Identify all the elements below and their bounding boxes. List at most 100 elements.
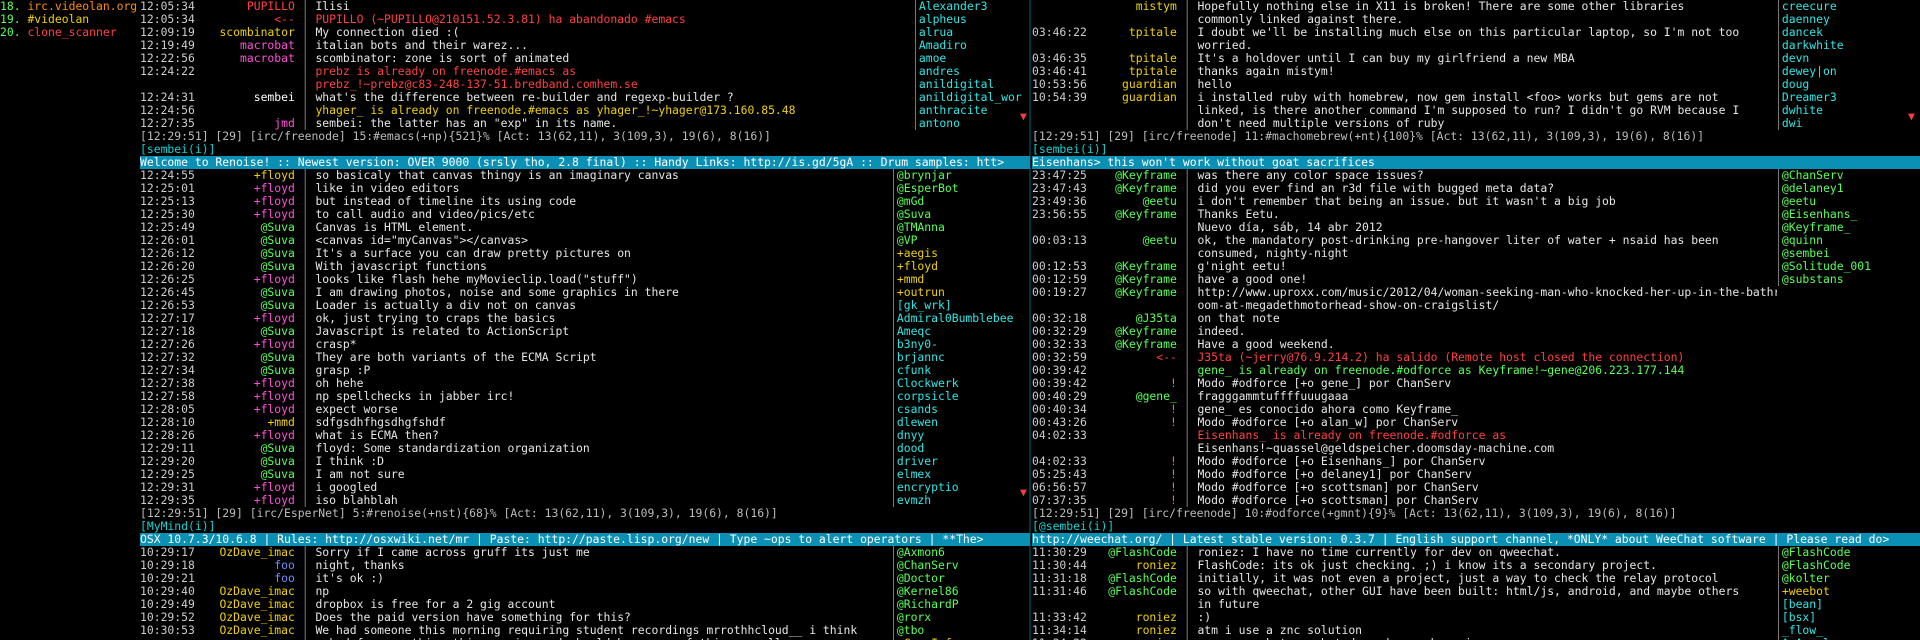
nick[interactable]: ! [1087,494,1177,507]
nicklist-item[interactable]: │corpsicle [890,390,1030,403]
nicklist-item[interactable]: │Alexander3 [912,0,1022,13]
nick[interactable]: @gene_ [1087,390,1177,403]
nick[interactable]: +floyd [195,338,295,351]
nicklist-item[interactable]: │+aegis [890,247,1030,260]
nicklist-item[interactable]: │_flow_ [1775,624,1920,637]
nicklist-item[interactable]: │@Axmon6 [890,546,1030,559]
nick[interactable]: @eetu [1087,234,1177,247]
nicklist-osx86[interactable]: │@Axmon6 │@ChanServ │@Doctor │@Kernel86 │@Ri… [890,546,1030,640]
nicklist-item[interactable]: │+outrun [890,286,1030,299]
nick[interactable]: @Keyframe [1087,338,1177,351]
nicklist-item[interactable]: │andres [912,65,1022,78]
nick[interactable]: foo [195,559,295,572]
nick[interactable]: @J35ta [1087,312,1177,325]
nicklist-item[interactable]: │@eetu [1775,195,1920,208]
nick[interactable]: @Suva [195,442,295,455]
nicklist-emacs[interactable]: │Alexander3 │alpheus │alrua │Amadiro │amoe │a… [912,0,1022,130]
nick[interactable]: @eetu [1087,195,1177,208]
nick[interactable]: jmd [195,117,295,130]
nick[interactable]: foo [195,572,295,585]
nicklist-item[interactable]: │dlewen [890,416,1030,429]
nick[interactable]: roniez [1087,559,1177,572]
buffer-item[interactable]: 19. #videolan [0,13,138,26]
nicklist-item[interactable]: │alpheus [912,13,1022,26]
nicklist-item[interactable]: │Dreamer3 [1775,91,1920,104]
nick[interactable]: @Suva [195,468,295,481]
nicklist-item[interactable]: │@Keyframe_ [1775,221,1920,234]
nicklist-item[interactable]: │@Kernel86 [890,585,1030,598]
nicklist-item[interactable]: │@Solitude_001 [1775,260,1920,273]
nick[interactable]: @Keyframe [1087,169,1177,182]
nicklist-item[interactable]: │devn [1775,52,1920,65]
nicklist-item[interactable]: │@delaney1 [1775,182,1920,195]
nick[interactable]: +floyd [195,494,295,507]
nicklist-item[interactable]: │@EsperBot [890,182,1030,195]
nicklist-item[interactable]: │@substans [1775,273,1920,286]
nick[interactable]: +floyd [195,377,295,390]
nicklist-item[interactable]: │dwhite [1775,104,1920,117]
nick[interactable]: +floyd [195,195,295,208]
nick[interactable]: ! [1087,468,1177,481]
nick[interactable]: OzDave_imac [195,611,294,624]
nicklist-item[interactable]: │dwi [1775,117,1920,130]
nick[interactable]: roniez [1087,624,1177,637]
nick[interactable]: +floyd [195,182,295,195]
scroll-down-icon-renoise[interactable]: ▼ [1020,486,1027,499]
nicklist-item[interactable]: │daenney [1775,13,1920,26]
nick[interactable]: @Suva [195,286,295,299]
nicklist-item[interactable]: │antono [912,117,1022,130]
nicklist-item[interactable]: │@FlashCode [1775,546,1920,559]
nick[interactable]: +floyd [195,429,295,442]
nicklist-item[interactable]: │Admiral0Bumblebee [890,312,1030,325]
nicklist-item[interactable]: │anildigital_work [912,91,1022,104]
nick[interactable]: @FlashCode [1087,572,1177,585]
nicklist-renoise[interactable]: │@brynjar │@EsperBot │@mGd │@Suva │@TMAnna │@… [890,169,1030,507]
nicklist-item[interactable]: │@kolter [1775,572,1920,585]
nick[interactable]: roniez [1087,611,1177,624]
nicklist-item[interactable]: │elmex [890,468,1030,481]
nicklist-item[interactable]: │creecure [1775,0,1920,13]
nicklist-item[interactable]: │csands [890,403,1030,416]
nick[interactable]: PUPILLO [195,0,295,13]
input-bar-renoise[interactable]: [MyMind(i)] [140,520,1030,533]
scroll-down-icon-machome[interactable]: ▼ [1908,110,1915,123]
nick[interactable]: guardian [1087,91,1177,104]
nicklist-item[interactable]: │@VP [890,234,1030,247]
nick[interactable]: @Keyframe [1087,208,1177,221]
nicklist-item[interactable]: │b3ny0- [890,338,1030,351]
nick[interactable]: mistym [1087,0,1177,13]
nicklist-item[interactable]: │[bean] [1775,598,1920,611]
nicklist-item[interactable]: │dood [890,442,1030,455]
nicklist-item[interactable]: │doug [1775,78,1920,91]
buffer-item[interactable]: 20. clone_scanner [0,26,138,39]
nicklist-item[interactable]: │anthracite [912,104,1022,117]
nick[interactable]: @Keyframe [1087,273,1177,286]
nicklist-item[interactable]: │@mGd [890,195,1030,208]
nicklist-item[interactable]: │@Eisenhans_ [1775,208,1920,221]
nick[interactable]: +floyd [195,208,295,221]
nick[interactable]: @Suva [195,260,295,273]
nick[interactable]: scombinator [195,26,294,39]
nick[interactable]: sembei [195,91,295,104]
nicklist-item[interactable]: │@FlashCode [1775,559,1920,572]
nicklist-item[interactable]: │@ChanServ [1775,169,1920,182]
nick[interactable]: @Keyframe [1087,325,1177,338]
nicklist-item[interactable]: │+mmd [890,273,1030,286]
nicklist-item[interactable]: │@sembei [1775,247,1920,260]
nick[interactable]: macrobat [195,52,295,65]
nick[interactable]: ! [1087,455,1177,468]
nick[interactable]: @Suva [195,234,295,247]
nick[interactable]: <-- [1087,351,1177,364]
nick[interactable]: +floyd [195,403,295,416]
nick[interactable]: @Suva [195,325,295,338]
scroll-down-icon-emacs[interactable]: ▼ [1020,110,1027,123]
nick[interactable]: @Suva [195,455,295,468]
nick[interactable]: OzDave_imac [195,585,294,598]
nick[interactable]: @Suva [195,221,295,234]
nick[interactable]: +floyd [195,169,295,182]
nicklist-item[interactable]: │evmzh [890,494,1030,507]
nicklist-item[interactable]: │darkwhite [1775,39,1920,52]
nick[interactable]: @Suva [195,364,295,377]
buffer-item[interactable]: 18. irc.videolan.org [0,0,138,13]
nicklist-item[interactable]: │driver [890,455,1030,468]
